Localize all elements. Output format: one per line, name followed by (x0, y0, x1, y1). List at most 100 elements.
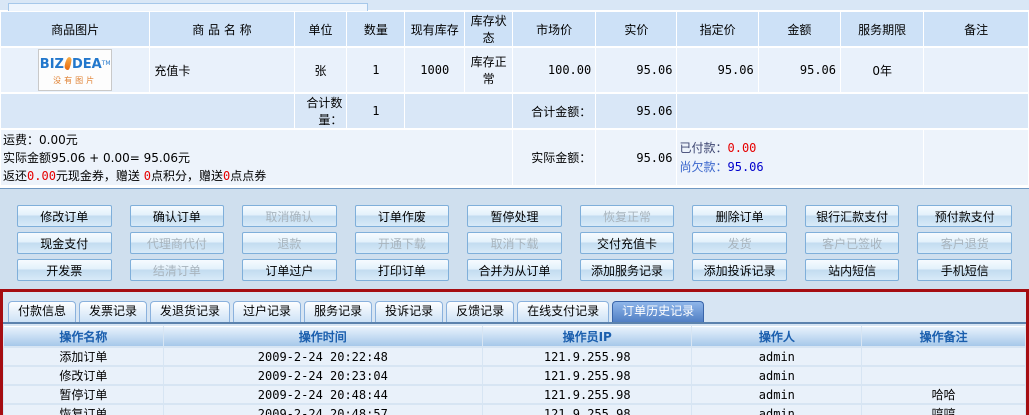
add-service-record-button[interactable]: 添加服务记录 (580, 259, 675, 281)
paid-owed-block: 已付款：0.00 尚欠款：95.06 (677, 130, 923, 185)
records-tab-strip: 付款信息 发票记录 发退货记录 过户记录 服务记录 投诉记录 反馈记录 在线支付… (3, 292, 1026, 324)
delete-order-button[interactable]: 删除订单 (692, 205, 787, 227)
transfer-order-button[interactable]: 订单过户 (242, 259, 337, 281)
totals-quantity-value: 1 (347, 94, 404, 128)
confirm-order-button[interactable]: 确认订单 (130, 205, 225, 227)
col-header-amount: 金额 (759, 12, 840, 46)
history-row: 恢复订单 2009-2-24 20:48:57 121.9.255.98 adm… (4, 405, 1025, 415)
product-service-period: 0年 (841, 48, 923, 92)
product-designated-price: 95.06 (677, 48, 757, 92)
product-remark (924, 48, 1028, 92)
refund-button: 退款 (242, 232, 337, 254)
pause-order-button[interactable]: 暂停处理 (467, 205, 562, 227)
tab-online-payment-records[interactable]: 在线支付记录 (517, 301, 609, 322)
issue-invoice-button[interactable]: 开发票 (17, 259, 112, 281)
void-order-button[interactable]: 订单作废 (355, 205, 450, 227)
col-header-market-price: 市场价 (513, 12, 595, 46)
bizidea-logo: BIZDEATM (39, 57, 111, 71)
product-row: BIZDEATM 没有图片 充值卡 张 1 1000 库存正常 100.00 9… (1, 48, 1028, 92)
totals-row: 合计数量： 1 合计金额： 95.06 (1, 94, 1028, 128)
history-row: 添加订单 2009-2-24 20:22:48 121.9.255.98 adm… (4, 348, 1025, 365)
add-complaint-record-button[interactable]: 添加投诉记录 (692, 259, 787, 281)
order-history-table: 操作名称 操作时间 操作员IP 操作人 操作备注 添加订单 2009-2-24 … (3, 324, 1026, 415)
tab-return-records[interactable]: 发退货记录 (150, 301, 230, 322)
cancel-download-button: 取消下载 (467, 232, 562, 254)
product-image-cell: BIZDEATM 没有图片 (1, 48, 149, 92)
actual-amount-label: 实际金额： (513, 130, 595, 185)
owed-amount: 95.06 (728, 160, 764, 174)
product-stock: 1000 (405, 48, 464, 92)
sms-button[interactable]: 手机短信 (917, 259, 1012, 281)
prepay-button[interactable]: 预付款支付 (917, 205, 1012, 227)
col-header-product-image: 商品图片 (1, 12, 149, 46)
cancel-confirm-button: 取消确认 (242, 205, 337, 227)
bank-transfer-pay-button[interactable]: 银行汇款支付 (805, 205, 900, 227)
history-header-row: 操作名称 操作时间 操作员IP 操作人 操作备注 (4, 326, 1025, 346)
tab-invoice-records[interactable]: 发票记录 (79, 301, 147, 322)
refund-line: 返还0.00元现金券，赠送 0点积分，赠送0点点券 (3, 167, 508, 185)
tab-payment-info[interactable]: 付款信息 (8, 301, 76, 322)
owed-line: 尚欠款：95.06 (679, 158, 919, 177)
refund-amount: 0.00 (27, 169, 56, 183)
col-header-actual-price: 实价 (596, 12, 676, 46)
payment-summary-row: 运费：0.00元 实际金额95.06 + 0.00= 95.06元 返还0.00… (1, 130, 1028, 185)
clipped-title-tab (8, 3, 368, 11)
points-value: 0 (144, 169, 151, 183)
paid-line: 已付款：0.00 (679, 139, 919, 158)
paid-amount: 0.00 (728, 141, 757, 155)
modify-order-button[interactable]: 修改订单 (17, 205, 112, 227)
col-header-stock-status: 库存状态 (465, 12, 512, 46)
product-header-row: 商品图片 商 品 名 称 单位 数量 现有库存 库存状态 市场价 实价 指定价 … (1, 12, 1028, 46)
col-header-product-name: 商 品 名 称 (150, 12, 293, 46)
no-image-caption: 没有图片 (39, 75, 111, 86)
history-row: 修改订单 2009-2-24 20:23:04 121.9.255.98 adm… (4, 367, 1025, 384)
tab-feedback-records[interactable]: 反馈记录 (446, 301, 514, 322)
print-order-button[interactable]: 打印订单 (355, 259, 450, 281)
history-col-operation: 操作名称 (4, 326, 163, 346)
tab-order-history[interactable]: 订单历史记录 (612, 301, 704, 322)
customer-return-button: 客户退货 (917, 232, 1012, 254)
tab-service-records[interactable]: 服务记录 (304, 301, 372, 322)
order-records-panel: 付款信息 发票记录 发退货记录 过户记录 服务记录 投诉记录 反馈记录 在线支付… (0, 289, 1029, 415)
col-header-remark: 备注 (924, 12, 1028, 46)
site-message-button[interactable]: 站内短信 (805, 259, 900, 281)
actual-amount-line: 实际金额95.06 + 0.00= 95.06元 (3, 149, 508, 167)
customer-signed-button: 客户已签收 (805, 232, 900, 254)
actual-amount-value: 95.06 (596, 130, 676, 185)
payment-info-block: 运费：0.00元 实际金额95.06 + 0.00= 95.06元 返还0.00… (1, 130, 512, 185)
col-header-service-period: 服务期限 (841, 12, 923, 46)
deliver-recharge-card-button[interactable]: 交付充值卡 (580, 232, 675, 254)
agent-pay-button: 代理商代付 (130, 232, 225, 254)
totals-amount-label: 合计金额： (513, 94, 595, 128)
settle-order-button: 结清订单 (130, 259, 225, 281)
order-actions-toolbar: 修改订单 确认订单 取消确认 订单作废 暂停处理 恢复正常 删除订单 银行汇款支… (0, 189, 1029, 289)
col-header-quantity: 数量 (347, 12, 404, 46)
history-col-operator: 操作人 (692, 326, 861, 346)
tab-transfer-records[interactable]: 过户记录 (233, 301, 301, 322)
col-header-unit: 单位 (295, 12, 347, 46)
resume-order-button: 恢复正常 (580, 205, 675, 227)
product-quantity: 1 (347, 48, 404, 92)
product-unit: 张 (295, 48, 347, 92)
product-actual-price: 95.06 (596, 48, 676, 92)
col-header-designated-price: 指定价 (677, 12, 757, 46)
totals-amount-value: 95.06 (596, 94, 676, 128)
product-amount: 95.06 (759, 48, 840, 92)
history-col-operator-ip: 操作员IP (483, 326, 691, 346)
freight-line: 运费：0.00元 (3, 131, 508, 149)
top-clipped-bar (0, 0, 1029, 10)
col-header-stock: 现有库存 (405, 12, 464, 46)
tab-complaint-records[interactable]: 投诉记录 (375, 301, 443, 322)
product-image-placeholder: BIZDEATM 没有图片 (38, 49, 112, 91)
product-table: 商品图片 商 品 名 称 单位 数量 现有库存 库存状态 市场价 实价 指定价 … (0, 10, 1029, 187)
history-col-remark: 操作备注 (862, 326, 1025, 346)
history-row: 暂停订单 2009-2-24 20:48:44 121.9.255.98 adm… (4, 386, 1025, 403)
product-name: 充值卡 (150, 48, 293, 92)
bizidea-flame-icon (64, 57, 72, 71)
merge-as-suborder-button[interactable]: 合并为从订单 (467, 259, 562, 281)
cash-pay-button[interactable]: 现金支付 (17, 232, 112, 254)
totals-quantity-label: 合计数量： (295, 94, 347, 128)
order-detail-page: 商品图片 商 品 名 称 单位 数量 现有库存 库存状态 市场价 实价 指定价 … (0, 0, 1029, 415)
product-stock-status: 库存正常 (465, 48, 512, 92)
ship-button: 发货 (692, 232, 787, 254)
